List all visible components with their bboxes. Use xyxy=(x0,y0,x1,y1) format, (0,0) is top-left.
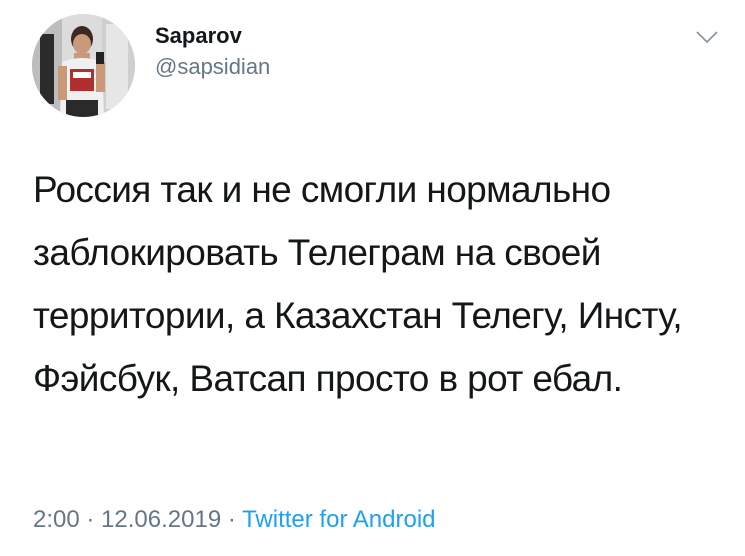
avatar-photo xyxy=(32,14,135,117)
tweet-time[interactable]: 2:00 xyxy=(33,506,80,533)
tweet-card: Saparov @sapsidian Россия так и не смогл… xyxy=(0,0,745,556)
tweet-date[interactable]: 12.06.2019 xyxy=(101,506,221,533)
chevron-down-icon[interactable] xyxy=(695,28,719,46)
display-name[interactable]: Saparov xyxy=(155,22,270,50)
meta-separator: · xyxy=(221,506,243,533)
user-handle[interactable]: @sapsidian xyxy=(155,52,270,82)
tweet-meta: 2:00 · 12.06.2019 · Twitter for Android xyxy=(33,504,436,536)
tweet-text: Россия так и не смогли нормально заблоки… xyxy=(33,169,683,399)
author-info: Saparov @sapsidian xyxy=(155,22,270,82)
avatar[interactable] xyxy=(32,14,135,117)
meta-separator: · xyxy=(79,506,102,533)
tweet-source-link[interactable]: Twitter for Android xyxy=(242,506,435,533)
